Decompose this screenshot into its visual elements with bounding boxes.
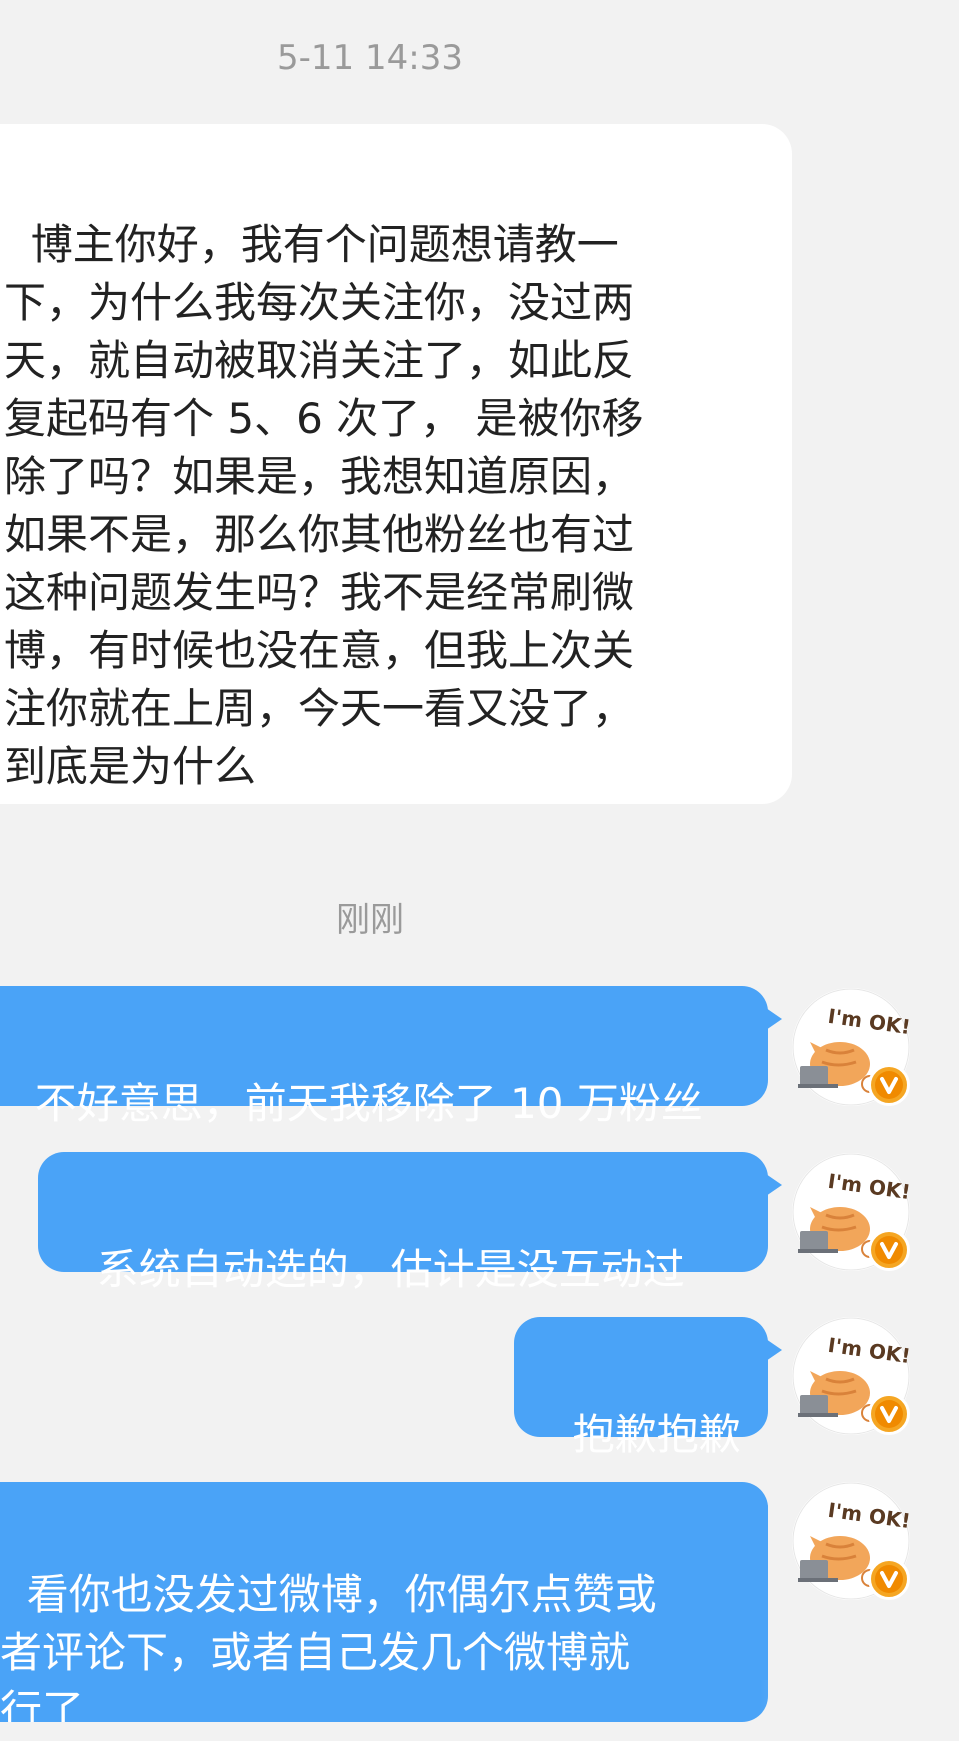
bubble-tail bbox=[766, 1504, 768, 1526]
outgoing-message-text-3: 抱歉抱歉 bbox=[572, 1410, 741, 1459]
bubble-tail bbox=[766, 1174, 782, 1196]
avatar[interactable]: I'm OK! bbox=[792, 1153, 910, 1271]
outgoing-message-text-1: 不好意思，前天我移除了 10 万粉丝 bbox=[34, 1079, 703, 1128]
incoming-message-bubble[interactable]: 博主你好，我有个问题想请教一 下，为什么我每次关注你，没过两 天，就自动被取消关… bbox=[0, 124, 792, 804]
outgoing-message-text-4: 看你也没发过微博，你偶尔点赞或 者评论下，或者自己发几个微博就 行了 bbox=[0, 1570, 657, 1722]
verified-v-icon bbox=[875, 1236, 903, 1264]
outgoing-message-bubble-3[interactable]: 抱歉抱歉 bbox=[514, 1317, 782, 1459]
avatar[interactable]: I'm OK! bbox=[792, 1482, 910, 1600]
verified-badge bbox=[868, 1229, 910, 1271]
avatar[interactable]: I'm OK! bbox=[792, 988, 910, 1106]
verified-badge bbox=[868, 1558, 910, 1600]
outgoing-message-text-2: 系统自动选的，估计是没互动过 bbox=[96, 1245, 685, 1294]
bottom-fade bbox=[760, 1680, 959, 1741]
verified-v-icon bbox=[875, 1071, 903, 1099]
bubble-tail bbox=[766, 1008, 782, 1030]
outgoing-message-bubble-4[interactable]: 看你也没发过微博，你偶尔点赞或 者评论下，或者自己发几个微博就 行了 bbox=[0, 1482, 768, 1722]
avatar[interactable]: I'm OK! bbox=[792, 1317, 910, 1435]
verified-v-icon bbox=[875, 1565, 903, 1593]
incoming-message-text: 博主你好，我有个问题想请教一 下，为什么我每次关注你，没过两 天，就自动被取消关… bbox=[4, 220, 644, 791]
verified-badge bbox=[868, 1393, 910, 1435]
timestamp-first: 5-11 14:33 bbox=[277, 38, 463, 78]
timestamp-second: 刚刚 bbox=[336, 900, 404, 940]
verified-badge bbox=[868, 1064, 910, 1106]
outgoing-message-bubble-1[interactable]: 不好意思，前天我移除了 10 万粉丝 bbox=[0, 986, 782, 1128]
outgoing-message-bubble-2[interactable]: 系统自动选的，估计是没互动过 bbox=[38, 1152, 782, 1294]
verified-v-icon bbox=[875, 1400, 903, 1428]
bubble-tail bbox=[766, 1339, 782, 1361]
